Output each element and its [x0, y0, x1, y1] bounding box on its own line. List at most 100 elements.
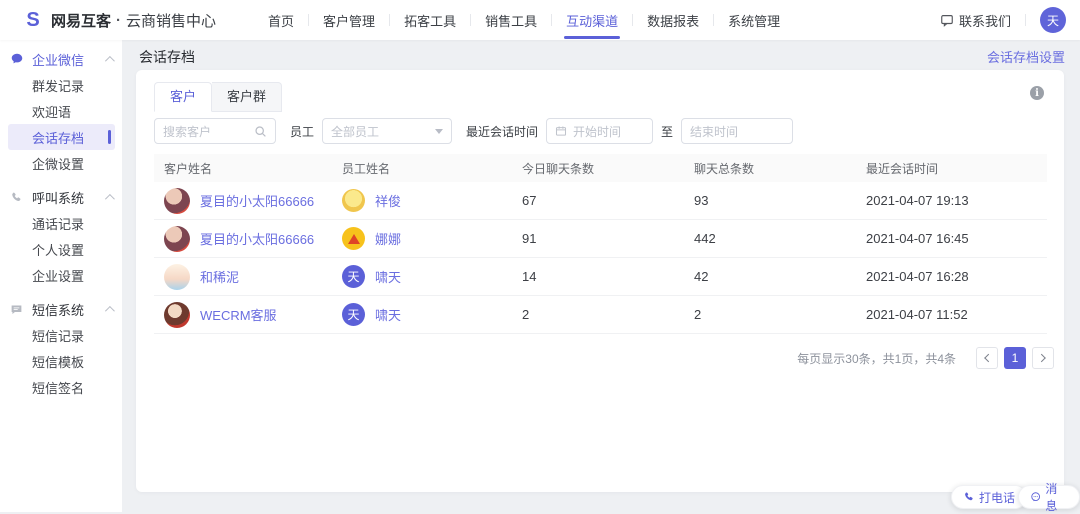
customer-avatar: [164, 263, 190, 290]
sidebar-item-enterprise-settings[interactable]: 企业设置: [0, 262, 122, 288]
employee-avatar: 天: [342, 303, 365, 326]
session-archive-settings-link[interactable]: 会话存档设置: [987, 47, 1065, 66]
employee-name-link[interactable]: 啸天: [375, 267, 401, 286]
chevron-left-icon: [984, 353, 993, 363]
calendar-icon: [556, 126, 567, 136]
nav-item-sales-tools[interactable]: 销售工具: [471, 0, 551, 40]
topnav-right: 联系我们 天: [940, 7, 1066, 33]
total-chat-count: 93: [694, 193, 709, 208]
employee-name-link[interactable]: 啸天: [375, 305, 401, 324]
customer-name-link[interactable]: 和稀泥: [200, 267, 239, 286]
message-button[interactable]: 消息: [1018, 482, 1080, 513]
today-chat-count: 67: [522, 193, 537, 208]
col-customer-name: 客户姓名: [164, 161, 213, 176]
call-button[interactable]: 打电话: [951, 485, 1028, 509]
sessions-table: 客户姓名 员工姓名 今日聊天条数 聊天总条数 最近会话时间 夏目的小太阳6666…: [154, 154, 1047, 334]
customer-name-link[interactable]: 夏目的小太阳66666: [200, 191, 314, 210]
employee-cell: 祥俊: [332, 189, 512, 212]
brand-subtitle: 云商销售中心: [126, 12, 217, 30]
customer-avatar: [164, 225, 190, 252]
message-button-label: 消息: [1045, 482, 1058, 513]
prev-page-button[interactable]: [976, 347, 998, 369]
customer-avatar: [164, 301, 190, 328]
page-number-button[interactable]: 1: [1004, 347, 1026, 369]
wechat-chat-icon: [10, 52, 24, 66]
tabs: 客户 客户群: [154, 82, 283, 112]
call-button-label: 打电话: [979, 490, 1016, 505]
sidebar-item-welcome-message[interactable]: 欢迎语: [0, 98, 122, 124]
sidebar-item-sms-records[interactable]: 短信记录: [0, 322, 122, 348]
employee-cell: 娜娜: [332, 227, 512, 250]
table-header: 客户姓名 员工姓名 今日聊天条数 聊天总条数 最近会话时间: [154, 154, 1047, 182]
total-chat-count: 42: [694, 269, 709, 284]
chat-bubble-icon: [941, 15, 953, 27]
today-chat-count: 91: [522, 231, 537, 246]
sidebar: 企业微信 群发记录 欢迎语 会话存档 企微设置 呼叫系统 通话记录 个人设置 企…: [0, 40, 122, 512]
sidebar-section-call-system[interactable]: 呼叫系统: [0, 184, 122, 210]
sidebar-section-sms-system[interactable]: 短信系统: [0, 296, 122, 322]
nav-item-data-reports[interactable]: 数据报表: [633, 0, 713, 40]
employee-select[interactable]: 全部员工: [322, 118, 453, 144]
employee-filter-label: 员工: [290, 124, 315, 139]
nav-item-interactive-channels[interactable]: 互动渠道: [552, 0, 632, 40]
start-time-placeholder: 开始时间: [573, 124, 622, 139]
employee-select-value: 全部员工: [331, 124, 380, 139]
customer-avatar: [164, 187, 190, 214]
phone-icon: [965, 492, 973, 501]
employee-name-link[interactable]: 娜娜: [375, 229, 401, 248]
total-chat-count: 442: [694, 231, 716, 246]
start-time-input[interactable]: 开始时间: [546, 118, 654, 144]
nav-divider: [1025, 14, 1026, 26]
sidebar-item-wecom-settings[interactable]: 企微设置: [0, 150, 122, 176]
today-chat-count: 14: [522, 269, 537, 284]
nav-item-acquisition-tools[interactable]: 拓客工具: [390, 0, 470, 40]
search-icon: [255, 125, 266, 137]
page-title: 会话存档: [139, 49, 195, 65]
tab-customer[interactable]: 客户: [154, 82, 213, 112]
end-time-input[interactable]: 结束时间: [681, 118, 794, 144]
tab-customer-group[interactable]: 客户群: [212, 82, 283, 112]
chevron-up-icon: [104, 55, 115, 66]
next-page-button[interactable]: [1032, 347, 1054, 369]
brand[interactable]: 网易互客 · 云商销售中心: [22, 9, 216, 31]
employee-cell: 天 啸天: [332, 265, 512, 288]
nav-item-customer-management[interactable]: 客户管理: [309, 0, 389, 40]
employee-cell: 天 啸天: [332, 303, 512, 326]
last-session-time: 2021-04-07 19:13: [866, 193, 969, 208]
employee-avatar: [342, 227, 365, 250]
main-card: 客户 客户群 搜索客户 员工 全部员工 最近会话时间 开始时间: [136, 70, 1064, 492]
today-chat-count: 2: [522, 307, 530, 322]
table-body: 夏目的小太阳66666 祥俊 67 93 2021-04-07 19:13 夏目…: [154, 182, 1047, 334]
nav-item-home[interactable]: 首页: [254, 0, 308, 40]
contact-us-button[interactable]: 联系我们: [940, 11, 1011, 30]
total-chat-count: 2: [694, 307, 702, 322]
employee-name-link[interactable]: 祥俊: [375, 191, 401, 210]
employee-avatar: 天: [342, 265, 365, 288]
brand-logo-icon: [22, 9, 44, 31]
customer-cell: 和稀泥: [154, 263, 332, 290]
sms-icon: [10, 302, 24, 316]
brand-separator: ·: [116, 11, 122, 29]
search-input[interactable]: 搜索客户: [154, 118, 276, 144]
sidebar-item-mass-send-records[interactable]: 群发记录: [0, 72, 122, 98]
table-row: 夏目的小太阳66666 祥俊 67 93 2021-04-07 19:13: [154, 182, 1047, 220]
sidebar-item-session-archive[interactable]: 会话存档: [8, 124, 115, 150]
sidebar-section-label: 企业微信: [32, 52, 85, 68]
last-session-time: 2021-04-07 16:28: [866, 269, 969, 284]
sidebar-section-wechat[interactable]: 企业微信: [0, 46, 122, 72]
customer-name-link[interactable]: 夏目的小太阳66666: [200, 229, 314, 248]
search-placeholder: 搜索客户: [163, 124, 212, 139]
chevron-up-icon: [104, 305, 115, 316]
top-nav-items: 首页 客户管理 拓客工具 销售工具 互动渠道 数据报表 系统管理: [254, 0, 794, 40]
chevron-right-icon: [1037, 353, 1046, 363]
sidebar-item-call-records[interactable]: 通话记录: [0, 210, 122, 236]
user-avatar[interactable]: 天: [1040, 7, 1066, 33]
sidebar-section-label: 短信系统: [32, 302, 85, 318]
col-today-count: 今日聊天条数: [522, 161, 595, 176]
info-icon[interactable]: [1030, 86, 1044, 100]
sidebar-item-personal-settings[interactable]: 个人设置: [0, 236, 122, 262]
nav-item-system-management[interactable]: 系统管理: [714, 0, 794, 40]
sidebar-item-sms-templates[interactable]: 短信模板: [0, 348, 122, 374]
customer-name-link[interactable]: WECRM客服: [200, 305, 277, 324]
sidebar-item-sms-signature[interactable]: 短信签名: [0, 374, 122, 400]
